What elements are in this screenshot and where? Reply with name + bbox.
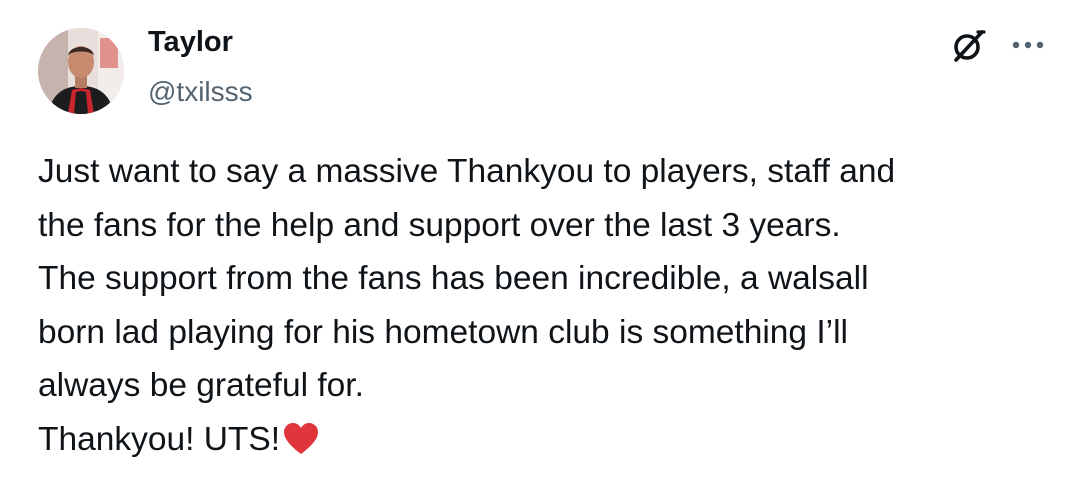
author-display-name[interactable]: Taylor — [148, 22, 253, 62]
red-heart-emoji-icon — [284, 422, 319, 454]
more-options-button[interactable] — [1008, 30, 1048, 60]
post-text-last-line: Thankyou! UTS! — [38, 413, 1048, 467]
post-text-line: always be grateful for. — [38, 367, 364, 404]
author-handle[interactable]: @txilsss — [148, 72, 253, 112]
grok-icon[interactable] — [948, 26, 988, 66]
post-text-line: Thankyou! UTS! — [38, 420, 281, 458]
post-text-line: the fans for the help and support over t… — [38, 206, 841, 244]
avatar[interactable] — [38, 28, 124, 114]
avatar-photo — [38, 28, 124, 114]
post-header: Taylor @txilsss — [38, 22, 1048, 118]
author-info: Taylor @txilsss — [148, 22, 253, 112]
post-text-line: born lad playing for his hometown club i… — [38, 313, 849, 351]
post-text-line: The support from the fans has been incre… — [38, 260, 869, 297]
post-text-line: Just want to say a massive Thankyou to p… — [38, 153, 896, 190]
grok-icon-graphic — [954, 30, 986, 62]
post-card: Taylor @txilsss Just want to say a massi… — [0, 0, 1079, 484]
more-horizontal-icon — [1012, 41, 1044, 49]
post-text: Just want to say a massive Thankyou to p… — [38, 145, 1048, 466]
